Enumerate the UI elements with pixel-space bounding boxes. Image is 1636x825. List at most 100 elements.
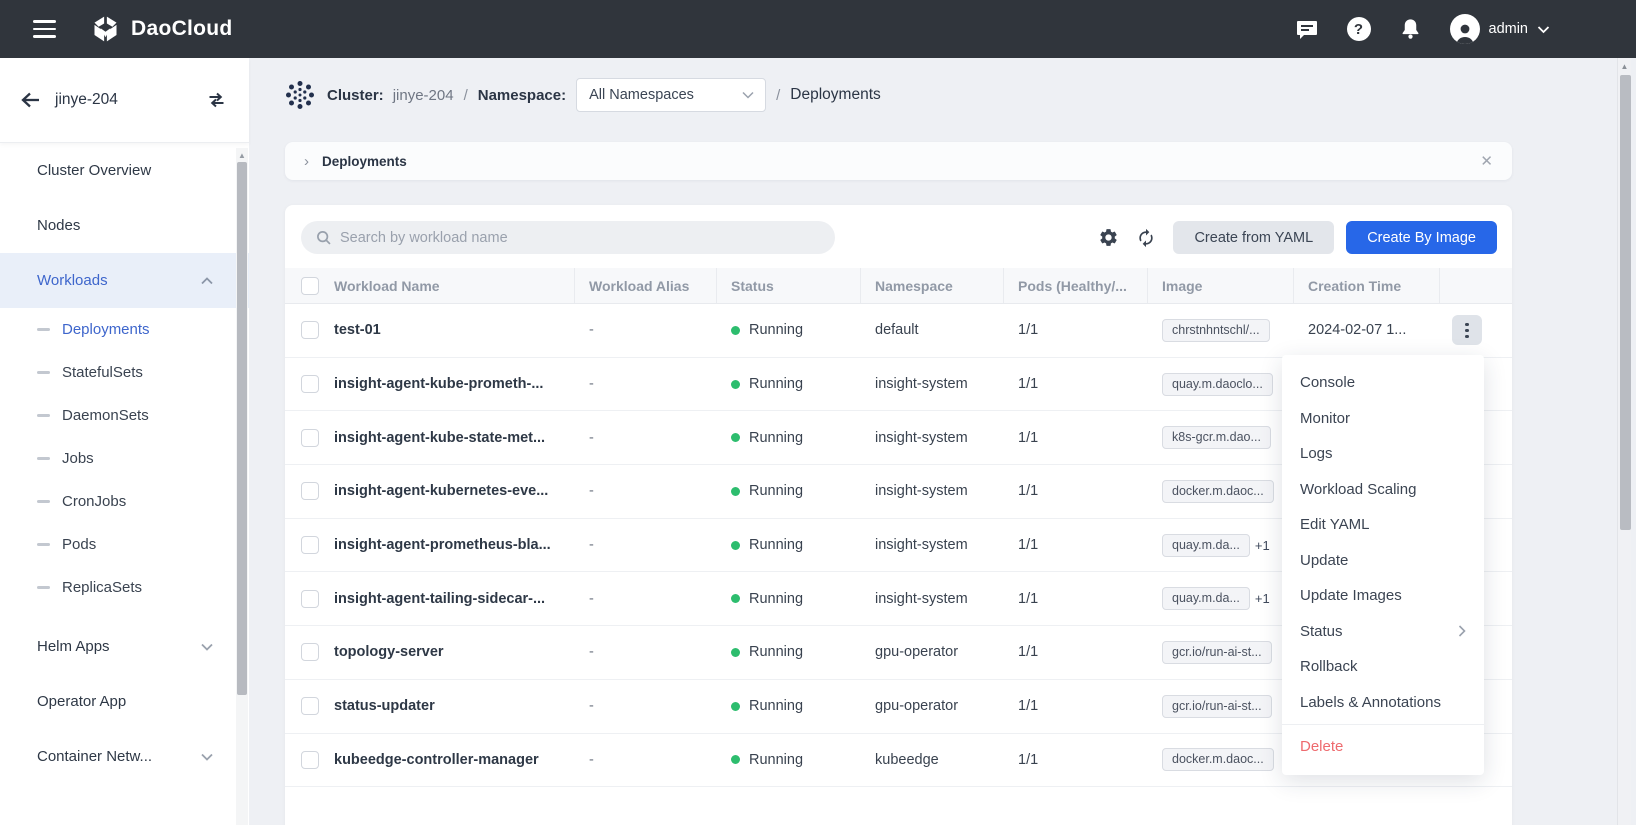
back-arrow-icon[interactable]	[20, 91, 41, 109]
breadcrumb-page: Deployments	[790, 86, 880, 104]
sidebar-item-cluster-overview[interactable]: Cluster Overview	[0, 143, 249, 198]
sidebar-item-replicasets[interactable]: ReplicaSets	[0, 566, 249, 609]
switch-cluster-icon[interactable]	[206, 90, 227, 110]
current-cluster-name: jinye-204	[55, 91, 118, 109]
search-input[interactable]	[340, 230, 821, 246]
sidebar-scrollbar[interactable]: ▲	[236, 148, 248, 825]
page-scrollbar-thumb[interactable]	[1620, 75, 1631, 530]
row-checkbox[interactable]	[301, 643, 319, 661]
col-workload-alias[interactable]: Workload Alias	[575, 268, 717, 303]
sidebar-item-pods[interactable]: Pods	[0, 523, 249, 566]
workload-name-link[interactable]: test-01	[334, 322, 381, 338]
sidebar-item-jobs[interactable]: Jobs	[0, 437, 249, 480]
scroll-up-arrow-icon[interactable]: ▲	[1618, 58, 1631, 71]
sidebar-item-nodes[interactable]: Nodes	[0, 198, 249, 253]
creation-time: 2024-02-07 1...	[1308, 322, 1406, 338]
row-checkbox[interactable]	[301, 321, 319, 339]
col-pods[interactable]: Pods (Healthy/...	[1004, 268, 1148, 303]
row-checkbox[interactable]	[301, 751, 319, 769]
sidebar-item-statefulsets[interactable]: StatefulSets	[0, 351, 249, 394]
namespace-value: default	[875, 322, 919, 338]
namespace-value: kubeedge	[875, 752, 939, 768]
namespace-select[interactable]: All Namespaces	[576, 78, 766, 112]
menu-item-status[interactable]: Status	[1282, 614, 1484, 650]
cluster-value[interactable]: jinye-204	[393, 87, 454, 104]
create-from-yaml-button[interactable]: Create from YAML	[1173, 221, 1334, 254]
cluster-label: Cluster:	[327, 87, 384, 104]
chat-icon[interactable]	[1294, 16, 1320, 42]
workload-alias: -	[589, 698, 594, 714]
workload-name-link[interactable]: insight-agent-kubernetes-eve...	[334, 483, 548, 499]
row-checkbox[interactable]	[301, 590, 319, 608]
menu-item-console[interactable]: Console	[1282, 365, 1484, 401]
deployments-panel-bar[interactable]: › Deployments ✕	[285, 142, 1512, 180]
menu-item-logs[interactable]: Logs	[1282, 436, 1484, 472]
menu-item-update[interactable]: Update	[1282, 543, 1484, 579]
col-workload-name[interactable]: Workload Name	[330, 268, 575, 303]
menu-item-monitor[interactable]: Monitor	[1282, 401, 1484, 437]
close-icon[interactable]: ✕	[1480, 152, 1493, 170]
workload-name-link[interactable]: insight-agent-kube-prometh-...	[334, 376, 543, 392]
sidebar-item-workloads[interactable]: Workloads	[0, 253, 249, 308]
menu-divider	[1282, 724, 1484, 725]
gear-icon[interactable]	[1098, 227, 1119, 248]
menu-item-workload-scaling[interactable]: Workload Scaling	[1282, 472, 1484, 508]
row-actions-kebab-button[interactable]	[1452, 315, 1482, 345]
row-checkbox[interactable]	[301, 482, 319, 500]
workload-name-link[interactable]: kubeedge-controller-manager	[334, 752, 539, 768]
workload-name-link[interactable]: insight-agent-prometheus-bla...	[334, 537, 551, 553]
image-tag: docker.m.daoc...	[1162, 748, 1274, 771]
daocloud-logo[interactable]: DaoCloud	[89, 13, 233, 46]
refresh-icon[interactable]	[1136, 228, 1156, 248]
col-namespace[interactable]: Namespace	[861, 268, 1004, 303]
create-by-image-button[interactable]: Create By Image	[1346, 221, 1497, 254]
namespace-selected-value: All Namespaces	[589, 87, 694, 103]
status-dot	[731, 541, 740, 550]
status-label: Running	[749, 376, 803, 392]
workload-name-link[interactable]: insight-agent-tailing-sidecar-...	[334, 591, 545, 607]
chevron-down-icon	[201, 753, 213, 761]
status-label: Running	[749, 752, 803, 768]
status-dot	[731, 433, 740, 442]
col-status[interactable]: Status	[717, 268, 861, 303]
sidebar: jinye-204 Cluster Overview Nodes Workloa…	[0, 58, 249, 825]
search-icon	[315, 229, 332, 246]
collapse-chevron-icon[interactable]: ›	[304, 153, 309, 170]
sidebar-item-deployments[interactable]: Deployments	[0, 308, 249, 351]
menu-item-delete[interactable]: Delete	[1282, 729, 1484, 765]
row-checkbox[interactable]	[301, 429, 319, 447]
chevron-up-icon	[201, 277, 213, 285]
workload-name-link[interactable]: insight-agent-kube-state-met...	[334, 430, 545, 446]
sidebar-item-container-network[interactable]: Container Netw...	[0, 729, 249, 784]
image-tag: docker.m.daoc...	[1162, 480, 1274, 503]
status-label: Running	[749, 430, 803, 446]
sidebar-item-cronjobs[interactable]: CronJobs	[0, 480, 249, 523]
menu-item-edit-yaml[interactable]: Edit YAML	[1282, 507, 1484, 543]
hamburger-menu-icon[interactable]	[33, 20, 56, 38]
col-image[interactable]: Image	[1148, 268, 1294, 303]
sidebar-item-daemonsets[interactable]: DaemonSets	[0, 394, 249, 437]
sidebar-scrollbar-thumb[interactable]	[237, 162, 247, 695]
image-tag: quay.m.daoclo...	[1162, 373, 1273, 396]
workload-name-link[interactable]: topology-server	[334, 644, 444, 660]
select-all-checkbox[interactable]	[301, 277, 319, 295]
help-icon[interactable]: ?	[1346, 16, 1372, 42]
workload-name-link[interactable]: status-updater	[334, 698, 435, 714]
user-menu[interactable]: admin	[1450, 14, 1551, 44]
sidebar-item-operator-app[interactable]: Operator App	[0, 674, 249, 729]
menu-item-labels-annotations[interactable]: Labels & Annotations	[1282, 685, 1484, 721]
workload-alias: -	[589, 537, 594, 553]
workload-alias: -	[589, 752, 594, 768]
row-checkbox[interactable]	[301, 375, 319, 393]
search-box[interactable]	[301, 221, 835, 254]
scroll-up-arrow-icon[interactable]: ▲	[236, 148, 248, 160]
bell-icon[interactable]	[1398, 16, 1424, 42]
row-checkbox[interactable]	[301, 697, 319, 715]
status-label: Running	[749, 591, 803, 607]
page-scrollbar[interactable]: ▲	[1617, 58, 1631, 825]
menu-item-update-images[interactable]: Update Images	[1282, 578, 1484, 614]
sidebar-item-helm-apps[interactable]: Helm Apps	[0, 619, 249, 674]
row-checkbox[interactable]	[301, 536, 319, 554]
menu-item-rollback[interactable]: Rollback	[1282, 649, 1484, 685]
col-creation-time[interactable]: Creation Time	[1294, 268, 1440, 303]
